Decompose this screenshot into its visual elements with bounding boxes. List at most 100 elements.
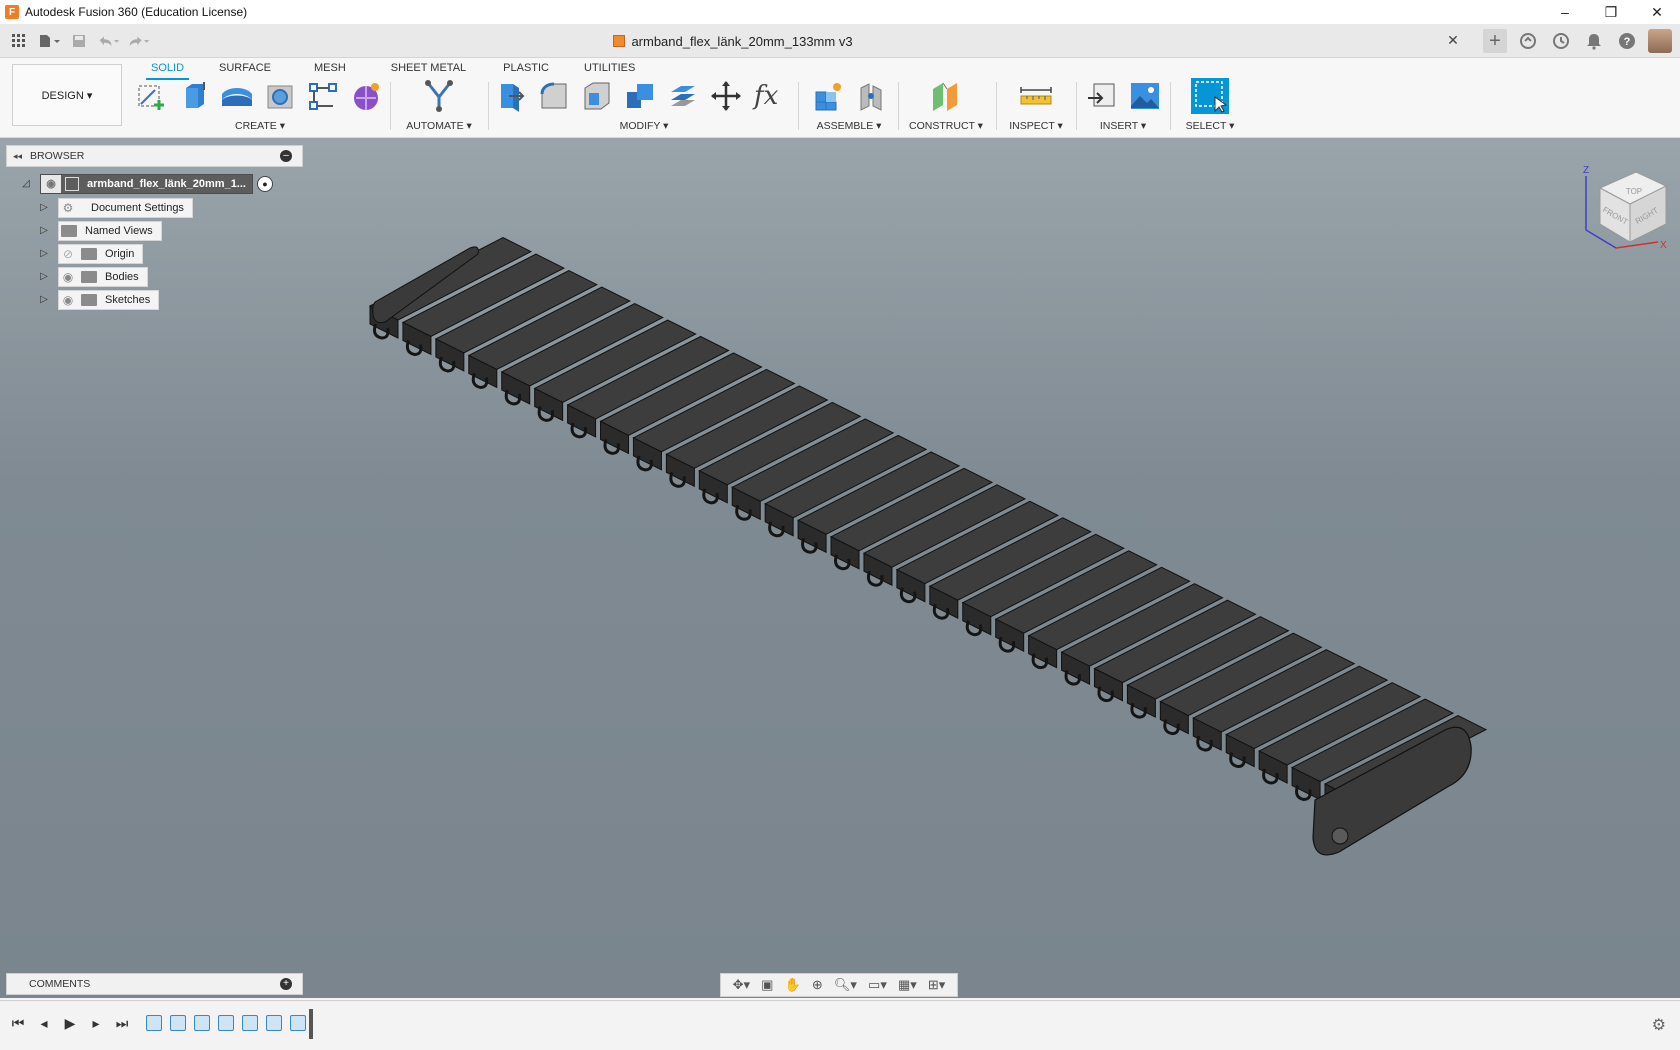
timeline-previous-icon[interactable]: ◂	[36, 1015, 52, 1032]
automate-icon[interactable]	[422, 79, 456, 113]
timeline-settings-gear-icon[interactable]: ⚙	[1652, 1015, 1666, 1035]
browser-item-document-settings[interactable]: ▷ ⚙ Document Settings	[38, 198, 193, 218]
measure-icon[interactable]	[1019, 79, 1053, 113]
create-form-icon[interactable]	[349, 79, 383, 113]
3d-viewport[interactable]: TOP FRONT RIGHT Z X	[0, 138, 1680, 998]
timeline-feature-extrude[interactable]	[170, 1015, 186, 1031]
browser-minimize-icon[interactable]: –	[280, 150, 292, 162]
tab-utilities[interactable]: UTILITIES	[564, 58, 650, 78]
add-comment-icon[interactable]: +	[280, 978, 292, 990]
minimize-button[interactable]: –	[1542, 0, 1588, 24]
tab-surface[interactable]: SURFACE	[199, 58, 286, 78]
select-tool-icon[interactable]	[1191, 78, 1229, 114]
assemble-group-label[interactable]: ASSEMBLE ▾	[804, 120, 894, 132]
close-window-button[interactable]: ✕	[1634, 0, 1680, 24]
combine-icon[interactable]	[623, 79, 657, 113]
visibility-eye-icon[interactable]: ◉	[59, 293, 77, 307]
create-sketch-icon[interactable]	[134, 79, 168, 113]
modify-group-label[interactable]: MODIFY ▾	[494, 120, 794, 132]
insert-group-label[interactable]: INSERT ▾	[1080, 120, 1166, 132]
tab-mesh[interactable]: MESH	[286, 58, 361, 78]
joint-icon[interactable]	[854, 79, 888, 113]
new-tab-icon[interactable]: +	[1483, 29, 1507, 53]
fit-zoom-icon[interactable]: 🔍︎▾	[834, 977, 857, 993]
timeline-next-icon[interactable]: ▸	[88, 1015, 104, 1032]
browser-header[interactable]: ◂◂ BROWSER –	[6, 145, 303, 167]
redo-icon[interactable]	[128, 30, 150, 52]
browser-item-named-views[interactable]: ▷ Named Views	[38, 221, 162, 241]
root-visibility-eye-icon[interactable]: ◉	[41, 175, 61, 193]
insert-canvas-icon[interactable]	[1128, 79, 1162, 113]
close-document-tab-button[interactable]: ✕	[1444, 32, 1462, 50]
timeline-feature-mirror[interactable]	[266, 1015, 282, 1031]
zoom-icon[interactable]: ⊕	[812, 977, 823, 993]
tab-plastic[interactable]: PLASTIC	[481, 58, 564, 78]
visibility-eye-icon[interactable]: ◉	[59, 270, 77, 284]
bodies-expand-icon[interactable]: ▷	[38, 271, 50, 283]
display-settings-icon[interactable]: ▭▾	[868, 977, 887, 993]
tab-sheet-metal[interactable]: SHEET METAL	[361, 58, 481, 78]
restore-button[interactable]: ❐	[1588, 0, 1634, 24]
named-views-expand-icon[interactable]: ▷	[38, 225, 50, 237]
timeline-feature-sketch[interactable]	[146, 1015, 162, 1031]
grid-settings-icon[interactable]: ▦▾	[898, 977, 917, 993]
create-group-label[interactable]: CREATE ▾	[134, 120, 386, 132]
browser-item-origin[interactable]: ▷ ⊘ Origin	[38, 244, 144, 264]
timeline-first-icon[interactable]: ⏮	[10, 1015, 26, 1032]
file-menu-icon[interactable]	[38, 30, 60, 52]
document-settings-expand-icon[interactable]: ▷	[38, 202, 50, 214]
origin-expand-icon[interactable]: ▷	[38, 248, 50, 260]
browser-root-node[interactable]: ◉ armband_flex_länk_20mm_1...	[40, 174, 253, 194]
fillet-icon[interactable]	[537, 79, 571, 113]
inspect-group-label[interactable]: INSPECT ▾	[1000, 120, 1072, 132]
pan-hand-icon[interactable]: ✋	[785, 977, 801, 993]
parameters-fx-icon[interactable]: fx	[752, 79, 786, 113]
new-component-icon[interactable]	[811, 79, 845, 113]
offset-plane-icon[interactable]	[929, 79, 963, 113]
browser-item-bodies[interactable]: ▷ ◉ Bodies	[38, 267, 148, 287]
extensions-icon[interactable]	[1516, 29, 1540, 53]
activate-component-icon[interactable]: ●	[256, 176, 273, 192]
timeline-feature-sketch[interactable]	[194, 1015, 210, 1031]
comments-panel[interactable]: COMMENTS +	[6, 973, 303, 995]
viewcube[interactable]: TOP FRONT RIGHT Z X	[1570, 158, 1680, 268]
orbit-icon[interactable]: ✥▾	[733, 977, 750, 993]
undo-icon[interactable]	[98, 30, 120, 52]
pattern-icon[interactable]	[306, 79, 340, 113]
browser-item-sketches[interactable]: ▷ ◉ Sketches	[38, 290, 160, 310]
user-avatar[interactable]	[1648, 29, 1672, 53]
press-pull-icon[interactable]	[494, 79, 528, 113]
app-grid-icon[interactable]	[8, 30, 30, 52]
shell-icon[interactable]	[580, 79, 614, 113]
browser-root-row[interactable]: ◿ ◉ armband_flex_länk_20mm_1... ●	[20, 174, 273, 194]
select-group-label[interactable]: SELECT ▾	[1172, 120, 1248, 132]
help-icon[interactable]: ?	[1615, 29, 1639, 53]
timeline-play-icon[interactable]: ▶	[62, 1015, 78, 1032]
revolve-icon[interactable]	[220, 79, 254, 113]
offset-face-icon[interactable]	[666, 79, 700, 113]
document-tab[interactable]: armband_flex_länk_20mm_133mm v3	[0, 24, 1466, 58]
viewports-icon[interactable]: ⊞▾	[928, 977, 945, 993]
notifications-bell-icon[interactable]	[1582, 29, 1606, 53]
tab-solid[interactable]: SOLID	[136, 58, 199, 80]
root-expand-icon[interactable]: ◿	[20, 178, 32, 190]
save-icon[interactable]	[68, 30, 90, 52]
workspace-switcher-button[interactable]: DESIGN ▾	[12, 64, 122, 126]
automate-group-label[interactable]: AUTOMATE ▾	[394, 120, 484, 132]
timeline-feature-extrude[interactable]	[218, 1015, 234, 1031]
move-copy-icon[interactable]	[709, 79, 743, 113]
timeline-feature-extrude[interactable]	[242, 1015, 258, 1031]
insert-derive-icon[interactable]	[1085, 79, 1119, 113]
hidden-eye-icon[interactable]: ⊘	[59, 247, 77, 261]
extrude-icon[interactable]	[177, 79, 211, 113]
look-at-icon[interactable]: ▣	[761, 977, 773, 993]
timeline-feature-pattern[interactable]	[290, 1015, 306, 1031]
construct-group-label[interactable]: CONSTRUCT ▾	[900, 120, 992, 132]
timeline-marker[interactable]	[309, 1009, 313, 1039]
timeline-last-icon[interactable]: ⏭	[114, 1015, 130, 1032]
collapse-panel-icon[interactable]: ◂◂	[13, 151, 22, 162]
job-status-icon[interactable]	[1549, 29, 1573, 53]
armband-model[interactable]	[0, 138, 1680, 998]
sketches-expand-icon[interactable]: ▷	[38, 294, 50, 306]
hole-icon[interactable]	[263, 79, 297, 113]
